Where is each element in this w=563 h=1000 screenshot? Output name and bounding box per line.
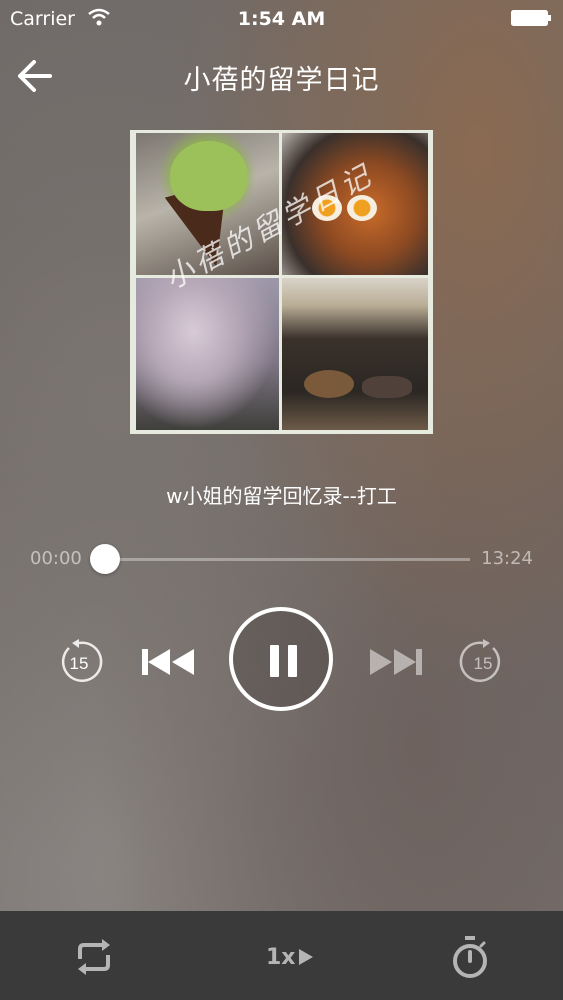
rewind-15-icon: 15 — [61, 639, 103, 682]
forward-seconds-label: 15 — [474, 654, 493, 673]
page-title: 小蓓的留学日记 — [183, 65, 380, 96]
pause-icon-bar — [288, 645, 297, 677]
playback-speed-button[interactable]: 1x — [266, 939, 314, 975]
sleep-timer-icon[interactable] — [450, 935, 490, 979]
progress-slider[interactable] — [90, 544, 470, 574]
bottom-toolbar: 1x — [0, 911, 563, 1000]
rewind-15-button[interactable]: 15 — [55, 638, 103, 686]
previous-track-button[interactable] — [140, 644, 196, 680]
nav-bar: 小蓓的留学日记 — [0, 50, 563, 102]
total-duration: 13:24 — [481, 548, 533, 569]
status-time: 1:54 AM — [237, 8, 326, 30]
elapsed-time: 00:00 — [30, 548, 82, 569]
pause-button[interactable] — [229, 607, 333, 711]
album-cover: 小蓓的留学日记 — [130, 130, 433, 434]
cover-photo-japanese-meal — [282, 278, 428, 430]
skip-previous-icon — [142, 649, 194, 675]
skip-next-icon — [370, 649, 422, 675]
repeat-icon[interactable] — [72, 937, 116, 977]
episode-title: w小姐的留学回忆录--打工 — [166, 484, 397, 508]
status-bar: Carrier 1:54 AM — [0, 0, 563, 38]
cover-photo-cherry-blossom — [136, 278, 279, 430]
battery-icon — [511, 10, 551, 26]
rewind-seconds-label: 15 — [70, 654, 89, 673]
playback-speed-label: 1x — [266, 944, 296, 970]
progress-thumb[interactable] — [90, 544, 121, 574]
next-track-button[interactable] — [368, 644, 424, 680]
forward-15-icon: 15 — [459, 639, 501, 682]
forward-15-button[interactable]: 15 — [459, 638, 507, 686]
pause-icon — [270, 645, 279, 677]
play-triangle-icon — [298, 949, 313, 965]
